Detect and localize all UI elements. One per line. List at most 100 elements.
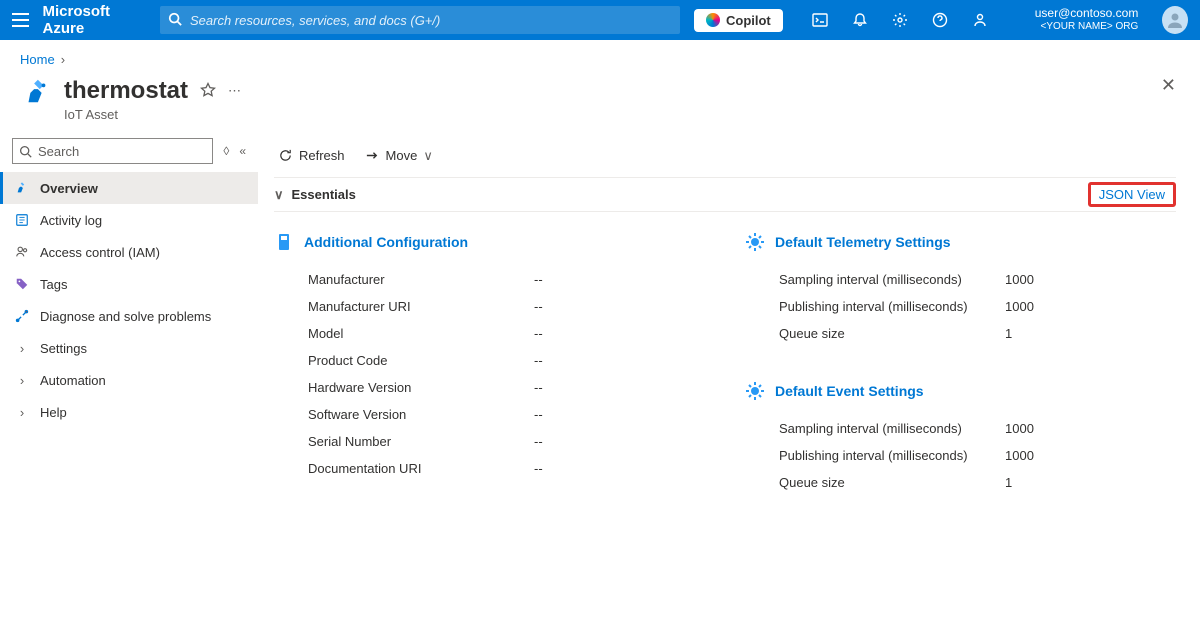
sidebar-item-label: Activity log	[40, 213, 102, 228]
kv-value: --	[534, 380, 543, 395]
brand-label[interactable]: Microsoft Azure	[43, 3, 146, 37]
sidebar-item-access-control[interactable]: Access control (IAM)	[0, 236, 258, 268]
section-default-telemetry: Default Telemetry Settings	[745, 232, 1176, 252]
sidebar-item-overview[interactable]: Overview	[0, 172, 258, 204]
move-button[interactable]: Move ∨	[365, 148, 433, 164]
kv-label: Software Version	[274, 407, 534, 422]
chevron-right-icon: ›	[61, 52, 65, 67]
hamburger-icon[interactable]	[12, 13, 29, 27]
kv-label: Hardware Version	[274, 380, 534, 395]
section-default-events: Default Event Settings	[745, 381, 1176, 401]
activity-log-icon	[14, 212, 30, 228]
kv-row: Manufacturer URI--	[274, 293, 705, 320]
kv-value: 1	[1005, 326, 1012, 341]
kv-label: Publishing interval (milliseconds)	[745, 448, 1005, 463]
user-email: user@contoso.com	[1035, 7, 1139, 21]
section-title: Additional Configuration	[304, 234, 468, 250]
section-title: Default Event Settings	[775, 383, 924, 399]
kv-row: Manufacturer--	[274, 266, 705, 293]
kv-label: Queue size	[745, 326, 1005, 341]
refresh-label: Refresh	[299, 148, 345, 163]
kv-value: --	[534, 407, 543, 422]
kv-label: Documentation URI	[274, 461, 534, 476]
sidebar-item-activity-log[interactable]: Activity log	[0, 204, 258, 236]
avatar[interactable]	[1162, 6, 1188, 34]
close-icon[interactable]: ✕	[1161, 75, 1176, 96]
expand-collapse-icon[interactable]: ◊	[223, 144, 229, 158]
chevron-right-icon: ›	[14, 340, 30, 356]
copilot-button[interactable]: Copilot	[694, 9, 783, 32]
refresh-button[interactable]: Refresh	[278, 148, 345, 163]
kv-value: --	[534, 434, 543, 449]
sidebar-item-label: Access control (IAM)	[40, 245, 160, 260]
kv-label: Serial Number	[274, 434, 534, 449]
kv-row: Serial Number--	[274, 428, 705, 455]
top-bar: Microsoft Azure Copilot user@contoso.com…	[0, 0, 1200, 40]
kv-value: --	[534, 326, 543, 341]
kv-row: Software Version--	[274, 401, 705, 428]
kv-row: Hardware Version--	[274, 374, 705, 401]
kv-row: Publishing interval (milliseconds)1000	[745, 442, 1176, 469]
kv-label: Queue size	[745, 475, 1005, 490]
kv-row: Documentation URI--	[274, 455, 705, 482]
main-content: Refresh Move ∨ ∨ Essentials JSON View	[258, 134, 1200, 619]
diagnose-icon	[14, 308, 30, 324]
search-icon	[168, 12, 182, 29]
kv-value: 1000	[1005, 272, 1034, 287]
kv-value: 1000	[1005, 299, 1034, 314]
favorite-star-icon[interactable]	[200, 82, 216, 101]
settings-icon[interactable]	[891, 11, 909, 29]
feedback-icon[interactable]	[971, 11, 989, 29]
breadcrumb: Home ›	[0, 40, 1200, 71]
section-additional-configuration: Additional Configuration	[274, 232, 705, 252]
kv-label: Sampling interval (milliseconds)	[745, 272, 1005, 287]
essentials-toggle[interactable]: ∨ Essentials	[274, 187, 356, 203]
resource-icon	[20, 75, 52, 107]
kv-label: Publishing interval (milliseconds)	[745, 299, 1005, 314]
help-icon[interactable]	[931, 11, 949, 29]
sidebar-item-label: Tags	[40, 277, 67, 292]
chevron-down-icon: ∨	[274, 187, 284, 203]
kv-label: Sampling interval (milliseconds)	[745, 421, 1005, 436]
user-block[interactable]: user@contoso.com <YOUR NAME> ORG	[1035, 7, 1139, 32]
sidebar-item-label: Help	[40, 405, 67, 420]
chevron-down-icon: ∨	[423, 148, 433, 164]
breadcrumb-home[interactable]: Home	[20, 52, 55, 67]
sidebar-item-settings[interactable]: › Settings	[0, 332, 258, 364]
sidebar-search-input[interactable]: Search	[12, 138, 213, 164]
copilot-label: Copilot	[726, 13, 771, 28]
sidebar-item-help[interactable]: › Help	[0, 396, 258, 428]
essentials-label: Essentials	[292, 187, 356, 202]
overview-icon	[14, 180, 30, 196]
user-org: <YOUR NAME> ORG	[1035, 21, 1139, 33]
kv-value: --	[534, 272, 543, 287]
sidebar-item-label: Settings	[40, 341, 87, 356]
sidebar: Search ◊ « Overview Activity log Access …	[0, 134, 258, 619]
json-view-label: JSON View	[1099, 187, 1165, 202]
sidebar-item-automation[interactable]: › Automation	[0, 364, 258, 396]
kv-label: Manufacturer URI	[274, 299, 534, 314]
cloud-shell-icon[interactable]	[811, 11, 829, 29]
command-bar: Refresh Move ∨	[274, 134, 1176, 178]
events-icon	[745, 381, 765, 401]
kv-value: 1000	[1005, 421, 1034, 436]
kv-label: Product Code	[274, 353, 534, 368]
sidebar-item-label: Diagnose and solve problems	[40, 309, 211, 324]
kv-row: Model--	[274, 320, 705, 347]
section-title: Default Telemetry Settings	[775, 234, 951, 250]
sidebar-item-diagnose[interactable]: Diagnose and solve problems	[0, 300, 258, 332]
kv-row: Sampling interval (milliseconds)1000	[745, 266, 1176, 293]
sidebar-search-placeholder: Search	[38, 144, 79, 159]
kv-row: Product Code--	[274, 347, 705, 374]
page-title: thermostat	[64, 77, 188, 105]
notifications-icon[interactable]	[851, 11, 869, 29]
more-icon[interactable]: ⋯	[228, 83, 242, 99]
sidebar-item-label: Overview	[40, 181, 98, 196]
sidebar-item-tags[interactable]: Tags	[0, 268, 258, 300]
collapse-nav-icon[interactable]: «	[239, 144, 246, 158]
kv-value: 1	[1005, 475, 1012, 490]
json-view-button[interactable]: JSON View	[1088, 182, 1176, 207]
tags-icon	[14, 276, 30, 292]
global-search-input[interactable]	[160, 6, 680, 34]
chevron-right-icon: ›	[14, 404, 30, 420]
